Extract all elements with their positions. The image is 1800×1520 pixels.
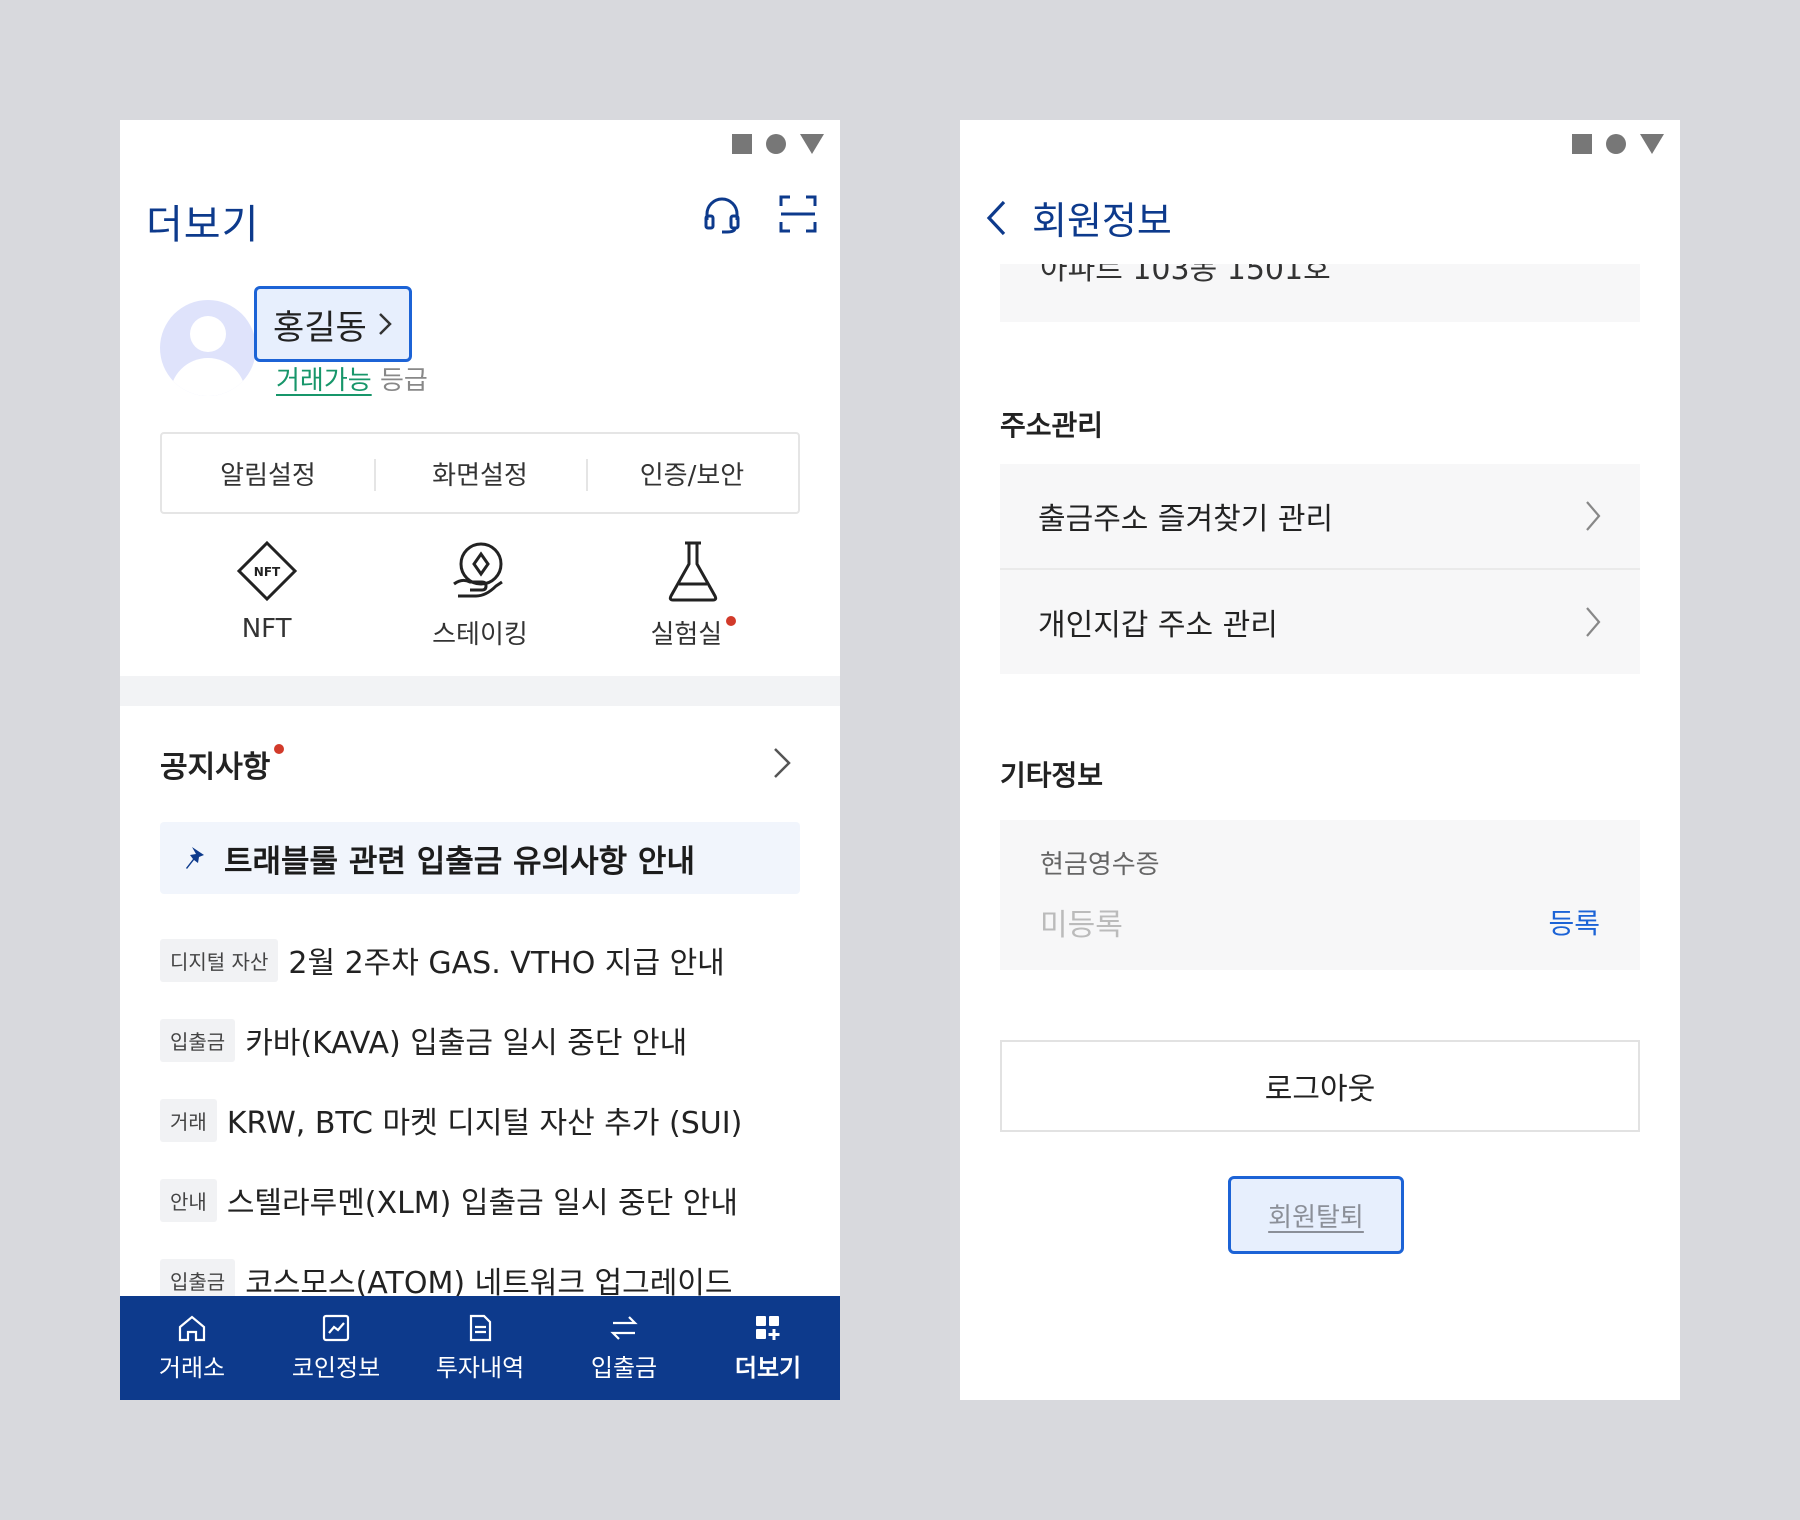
feature-nft[interactable]: NFT NFT: [160, 540, 373, 651]
status-bar: [1572, 134, 1664, 154]
pin-icon: [186, 847, 204, 869]
page-title: 더보기: [146, 202, 260, 248]
notice-badge-dot: [274, 744, 285, 754]
address-section-title: 주소관리: [1000, 409, 1104, 442]
notice-section-title[interactable]: 공지사항: [160, 742, 285, 786]
bottom-nav: 거래소 코인정보 투자내역 입출금 더보기: [120, 1296, 840, 1400]
member-info-scroll[interactable]: 아파트 103동 1501호 주소관리 출금주소 즐겨찾기 관리 개인지갑 주소…: [960, 264, 1680, 1400]
section-divider: [120, 676, 840, 706]
personal-wallet-label: 개인지갑 주소 관리: [1038, 608, 1278, 643]
flask-icon: [669, 541, 718, 602]
notice-list: 디지털 자산 2월 2주차 GAS. VTHO 지급 안내 입출금 카바(KAV…: [160, 920, 820, 1320]
home-icon: [178, 1315, 206, 1341]
notice-text: 2월 2주차 GAS. VTHO 지급 안내: [288, 946, 725, 981]
profile-name-button[interactable]: 홍길동: [254, 286, 412, 362]
chevron-right-icon: [1586, 607, 1601, 637]
transfer-icon: [610, 1315, 638, 1340]
notification-settings-button[interactable]: 알림설정: [162, 455, 374, 492]
user-name: 홍길동: [273, 307, 367, 348]
back-chevron-icon[interactable]: [984, 198, 1010, 238]
display-settings-button[interactable]: 화면설정: [374, 455, 586, 492]
more-screen: 더보기 홍길동 거래가능 등급 알림설정 화면설정 인증/보안 NFT NFT …: [120, 120, 840, 1400]
member-info-screen: 회원정보 아파트 103동 1501호 주소관리 출금주소 즐겨찾기 관리 개인…: [960, 120, 1680, 1400]
triangle-icon: [800, 134, 824, 154]
nav-investments[interactable]: 투자내역: [408, 1296, 552, 1400]
feature-nft-label: NFT: [241, 614, 292, 644]
settings-bar: 알림설정 화면설정 인증/보안: [160, 432, 800, 514]
security-settings-button[interactable]: 인증/보안: [586, 455, 798, 492]
chevron-right-icon: [1586, 501, 1601, 531]
status-bar: [732, 134, 824, 154]
register-button[interactable]: 등록: [1548, 902, 1600, 942]
nft-icon: NFT: [236, 540, 297, 602]
document-icon: [469, 1314, 492, 1341]
cash-receipt-box: 현금영수증 미등록 등록: [1000, 820, 1640, 970]
grade-link[interactable]: 거래가능: [276, 366, 372, 396]
nav-investments-label: 투자내역: [435, 1353, 525, 1382]
headset-icon[interactable]: [702, 194, 742, 234]
pinned-notice-text: 트래블룰 관련 입출금 유의사항 안내: [224, 843, 695, 880]
grid-plus-icon: [756, 1315, 780, 1340]
nav-more-label: 더보기: [734, 1353, 802, 1382]
list-item[interactable]: 안내 스텔라루멘(XLM) 입출금 일시 중단 안내: [160, 1160, 820, 1240]
pinned-notice[interactable]: 트래블룰 관련 입출금 유의사항 안내: [160, 822, 800, 894]
notice-text: KRW, BTC 마켓 디지털 자산 추가 (SUI): [226, 1106, 743, 1141]
circle-icon: [1606, 134, 1626, 154]
feature-lab-label: 실험실: [650, 620, 723, 650]
nav-exchange[interactable]: 거래소: [120, 1296, 264, 1400]
scan-icon[interactable]: [778, 194, 818, 234]
address-partial-text: 아파트 103동 1501호: [1040, 264, 1331, 287]
feature-staking-label: 스테이킹: [432, 620, 528, 650]
favorite-address-menu[interactable]: 출금주소 즐겨찾기 관리: [1000, 464, 1640, 568]
nav-exchange-label: 거래소: [158, 1353, 226, 1382]
logout-button[interactable]: 로그아웃: [1000, 1040, 1640, 1132]
nav-transfer[interactable]: 입출금: [552, 1296, 696, 1400]
notice-tag: 안내: [160, 1178, 217, 1222]
personal-wallet-menu[interactable]: 개인지갑 주소 관리: [1000, 570, 1640, 674]
chevron-right-icon: [378, 313, 392, 335]
avatar: [160, 300, 256, 396]
new-badge-dot: [726, 616, 737, 626]
feature-lab[interactable]: 실험실: [587, 540, 800, 651]
notice-tag: 디지털 자산: [160, 938, 279, 982]
page-title: 회원정보: [1032, 199, 1172, 243]
chart-icon: [322, 1314, 350, 1341]
notice-tag: 거래: [160, 1098, 217, 1142]
staking-icon: [453, 542, 503, 598]
square-icon: [732, 134, 752, 154]
notice-title-text: 공지사항: [160, 750, 271, 785]
notice-text: 스텔라루멘(XLM) 입출금 일시 중단 안내: [226, 1186, 738, 1221]
withdraw-button[interactable]: 회원탈퇴: [1228, 1176, 1404, 1254]
favorite-address-label: 출금주소 즐겨찾기 관리: [1038, 502, 1334, 537]
list-item[interactable]: 입출금 카바(KAVA) 입출금 일시 중단 안내: [160, 1000, 820, 1080]
address-field: 아파트 103동 1501호: [1000, 264, 1640, 322]
notice-tag: 입출금: [160, 1018, 236, 1062]
grade-suffix: 등급: [379, 366, 428, 396]
cash-receipt-label: 현금영수증: [1040, 850, 1160, 880]
nav-coin-info-label: 코인정보: [291, 1353, 381, 1382]
nav-more[interactable]: 더보기: [696, 1296, 840, 1400]
cash-receipt-value: 미등록: [1040, 908, 1123, 943]
list-item[interactable]: 디지털 자산 2월 2주차 GAS. VTHO 지급 안내: [160, 920, 820, 1000]
circle-icon: [766, 134, 786, 154]
feature-staking[interactable]: 스테이킹: [373, 540, 586, 651]
nav-coin-info[interactable]: 코인정보: [264, 1296, 408, 1400]
etc-section-title: 기타정보: [1000, 759, 1104, 792]
svg-text:NFT: NFT: [253, 565, 280, 579]
notice-text: 카바(KAVA) 입출금 일시 중단 안내: [245, 1026, 688, 1061]
square-icon: [1572, 134, 1592, 154]
nav-transfer-label: 입출금: [590, 1353, 658, 1382]
user-grade: 거래가능 등급: [276, 360, 428, 397]
list-item[interactable]: 거래 KRW, BTC 마켓 디지털 자산 추가 (SUI): [160, 1080, 820, 1160]
triangle-icon: [1640, 134, 1664, 154]
feature-grid: NFT NFT 스테이킹 실험실: [160, 540, 800, 651]
chevron-right-icon[interactable]: [772, 746, 792, 780]
